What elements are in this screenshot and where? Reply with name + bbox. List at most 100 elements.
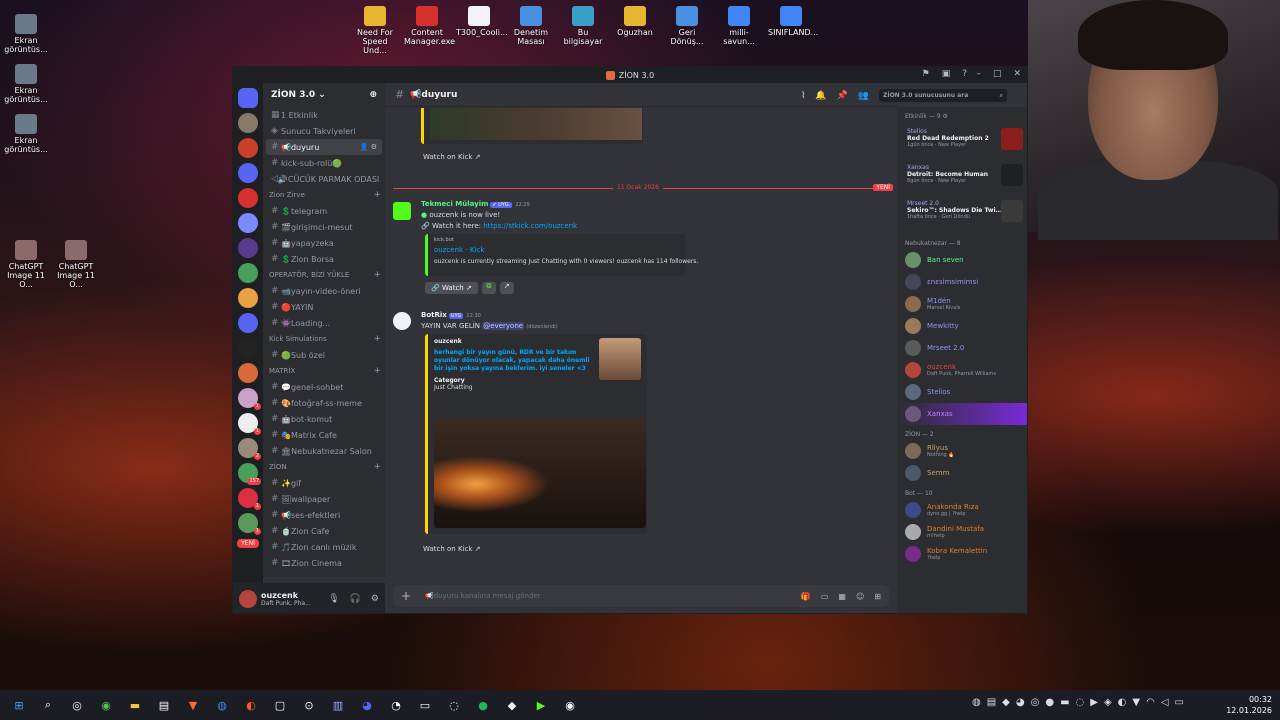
obs-icon[interactable]: ◉ [561, 696, 579, 714]
gift-icon[interactable]: 🎁 [801, 592, 811, 601]
member-item[interactable]: ouzcenk Daft Punk, Pharrell Williams [897, 359, 1027, 381]
emoji-icon[interactable]: ☺ [856, 592, 864, 601]
desktop-icon[interactable]: Need For Speed Und... [352, 6, 398, 55]
server-icon[interactable]: 2 [238, 438, 261, 460]
sticker-icon[interactable]: ▦ [838, 592, 846, 601]
server-icon[interactable] [238, 213, 258, 233]
message-author[interactable]: Tekmeci Mülayim ✔ UYG. 22:29 [421, 200, 530, 208]
avatar[interactable] [393, 312, 411, 330]
desktop-icon[interactable]: Geri Dönüş... [664, 6, 710, 55]
channel-item[interactable]: # 🎭Matrix Cafe [263, 427, 385, 443]
chrome-icon[interactable]: ◍ [213, 696, 231, 714]
discord-home-icon[interactable] [238, 88, 258, 108]
activity-card[interactable]: Mrseet 2.0 Sekiro™: Shadows Die Twi... 1ha… [903, 198, 1023, 230]
activity-card[interactable]: Stelios Red Dead Redemption 2 1gün önce · … [903, 126, 1023, 158]
maximize-icon[interactable]: □ [993, 69, 1002, 79]
server-icon[interactable]: 1 [238, 413, 261, 435]
apps-icon[interactable]: ⊞ [874, 592, 881, 601]
tray-icon[interactable]: ◍ [972, 697, 981, 708]
channel-item[interactable]: # 🎞Zion Cinema [263, 555, 385, 571]
flag-icon[interactable]: ⚑ [922, 69, 930, 79]
watch-on-kick-link[interactable]: Watch on Kick ↗ [423, 153, 481, 161]
tray-icon[interactable]: ◈ [1104, 697, 1112, 708]
member-item[interactable]: Rllyus Nothing 🔥 [897, 440, 1027, 462]
store-icon[interactable]: ▤ [155, 696, 173, 714]
kick-icon[interactable]: ▶ [532, 696, 550, 714]
desktop-icon[interactable]: ChatGPT Image 11 O... [54, 240, 98, 289]
desktop-icon[interactable]: Ekran görüntüs... [4, 64, 48, 104]
user-info[interactable]: ouzcenk Daft Punk, Pha... [261, 591, 311, 608]
app-icon[interactable]: ◆ [503, 696, 521, 714]
ea-icon[interactable]: ◐ [242, 696, 260, 714]
member-item[interactable]: Mewkitty [897, 315, 1027, 337]
desktop-icon[interactable]: Denetim Masası [508, 6, 554, 55]
tray-icon[interactable]: ◐ [1118, 697, 1127, 708]
desktop-icon[interactable]: Ekran görüntüs... [4, 14, 48, 54]
channel-category[interactable]: Kick Simulations + [263, 331, 385, 347]
activity-card[interactable]: Xanxas Detroit: Become Human 6gün önce · N… [903, 162, 1023, 194]
pin-icon[interactable]: 📌 [837, 91, 848, 101]
desktop-icon[interactable]: Oguzhan [612, 6, 658, 55]
channel-item[interactable]: # 🤖bot-komut [263, 411, 385, 427]
member-item[interactable]: Stelios [897, 381, 1027, 403]
close-icon[interactable]: ✕ [1013, 69, 1021, 79]
channel-category[interactable]: Zion Zirve + [263, 187, 385, 203]
inbox-icon[interactable]: ▣ [942, 69, 951, 79]
avatar[interactable] [393, 202, 411, 220]
microphone-icon[interactable]: 🎙 [328, 594, 339, 604]
nvidia-icon[interactable]: ◉ [97, 696, 115, 714]
add-channel-icon[interactable]: + [373, 334, 381, 344]
desktop-icon[interactable]: Content Manager.exe [404, 6, 455, 55]
channel-item[interactable]: # 👾Loading... [263, 315, 385, 331]
add-channel-icon[interactable]: + [373, 366, 381, 376]
channel-item[interactable]: # 💬genel-sohbet [263, 379, 385, 395]
volume-icon[interactable]: ◁ [1161, 697, 1169, 708]
epic-icon[interactable]: ▢ [271, 696, 289, 714]
add-channel-icon[interactable]: + [373, 270, 381, 280]
member-item[interactable]: ɛnɛsimsimimsi [897, 271, 1027, 293]
bell-icon[interactable]: 🔔 [815, 91, 826, 101]
tray-icon[interactable]: ◎ [1031, 697, 1040, 708]
search-icon[interactable]: ⌕ [39, 696, 57, 714]
channel-item[interactable]: # 🔴YAYIN [263, 299, 385, 315]
minimize-icon[interactable]: – [976, 69, 981, 79]
channel-item[interactable]: # 🏛Nebukatnezar Salon [263, 443, 385, 459]
avatar[interactable] [239, 590, 257, 608]
threads-icon[interactable]: ⌇ [801, 91, 805, 101]
desktop-icon[interactable]: milli-savun... [716, 6, 762, 55]
search-input[interactable]: ZİON 3.0 sunucusunu ara ⌕ [879, 89, 1007, 102]
watch-on-kick-link[interactable]: Watch on Kick ↗ [423, 545, 481, 553]
desktop-icon[interactable]: ChatGPT Image 11 O... [4, 240, 48, 289]
tray-icon[interactable]: ◕ [1016, 697, 1025, 708]
add-member-icon[interactable]: ⊕ [369, 90, 377, 100]
channel-item[interactable]: # 🖼wallpaper [263, 491, 385, 507]
server-menu-item[interactable]: ▦ 1 Etkinlik [263, 107, 385, 123]
watch-button[interactable]: 🔗 Watch ↗ [425, 282, 478, 294]
server-menu-item[interactable]: ◈ Sunucu Takviyeleri [263, 123, 385, 139]
channel-item[interactable]: ◁ 🔊CÜCÜK PARMAK ODASI [263, 171, 385, 187]
member-item[interactable]: Anakonda Rıza dyno.gg | ?help [897, 499, 1027, 521]
channel-item[interactable]: # 💲Zion Borsa [263, 251, 385, 267]
channel-item[interactable]: # 🟢Sub özel [263, 347, 385, 363]
spotify-icon[interactable]: ● [474, 696, 492, 714]
server-icon[interactable] [238, 338, 258, 358]
member-item[interactable]: Xanxas [897, 403, 1027, 425]
tray-icon[interactable]: ◆ [1002, 697, 1010, 708]
channel-item[interactable]: # ✨gif [263, 475, 385, 491]
server-icon[interactable]: 1 [238, 388, 261, 410]
server-icon[interactable] [238, 238, 258, 258]
channel-item[interactable]: # 💲telegram [263, 203, 385, 219]
xbox-icon[interactable]: ◎ [68, 696, 86, 714]
channel-item[interactable]: # 🍵Zion Cafe [263, 523, 385, 539]
message-composer[interactable]: + 📢duyuru kanalına mesaj gönder 🎁 ▭ ▦ ☺ … [393, 585, 889, 607]
server-icon[interactable]: 1 [238, 488, 261, 510]
channel-category[interactable]: OPERATÖR, BİZİ YÜKLE + [263, 267, 385, 283]
tray-icon[interactable]: ▶ [1090, 697, 1098, 708]
gif-icon[interactable]: ▭ [821, 592, 829, 601]
battery-icon[interactable]: ▭ [1175, 697, 1184, 708]
channel-item[interactable]: # 🎨fotoğraf-ss-meme [263, 395, 385, 411]
tray-icon[interactable]: ◌ [1076, 697, 1085, 708]
channel-item[interactable]: # 🤖yapayzeka [263, 235, 385, 251]
server-icon[interactable] [238, 313, 258, 333]
channel-settings-icon[interactable]: 👤 ⚙ [360, 143, 377, 151]
